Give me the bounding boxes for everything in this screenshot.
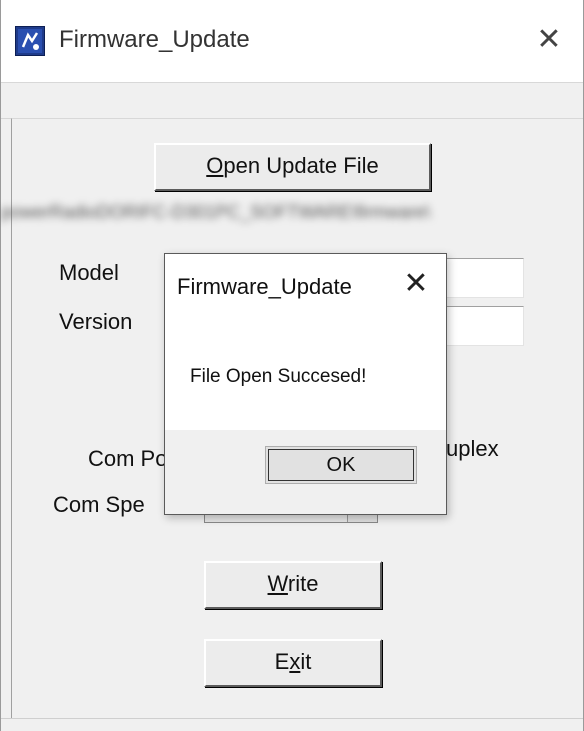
dialog-footer: OK [165,430,446,514]
message-dialog: Firmware_Update ✕ File Open Succesed! OK [164,253,447,515]
write-label: Write [267,571,319,596]
close-icon[interactable]: ✕ [529,20,569,60]
title-bar[interactable]: Firmware_Update ✕ [1,0,583,82]
com-port-label: Com Po [88,446,168,471]
dialog-message: File Open Succesed! [190,366,367,387]
model-label: Model [59,260,119,285]
dialog-close-icon[interactable]: ✕ [398,266,434,302]
open-update-file-label: Open Update File [206,153,379,178]
ok-focus-rect [268,449,414,481]
window-bottom-edge [1,718,583,731]
open-update-file-button[interactable]: Open Update File [154,143,431,191]
write-button[interactable]: Write [204,561,382,609]
com-speed-label: Com Spe [53,492,145,517]
main-window: Firmware_Update ✕ Open Update File power… [0,0,584,731]
menu-strip [1,83,583,119]
file-path-text: powerRadioDORIFC-D301PC_SOFTWARE\firmwar… [1,202,431,222]
window-title: Firmware_Update [59,26,250,53]
duplex-label: uplex [446,436,499,461]
dialog-title: Firmware_Update [177,274,352,299]
ok-button[interactable]: OK [265,446,417,484]
exit-button[interactable]: Exit [204,639,382,687]
app-icon [15,26,45,56]
exit-label: Exit [274,649,312,674]
version-label: Version [59,309,133,334]
